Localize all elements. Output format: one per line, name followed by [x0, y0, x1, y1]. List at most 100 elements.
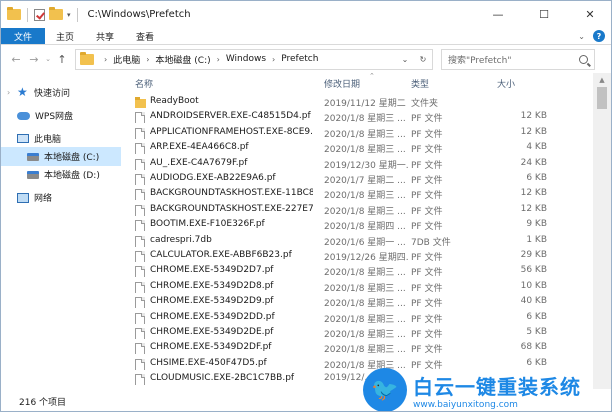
chevron-right-icon[interactable]: ›	[7, 88, 17, 97]
sidebar-item-label: 本地磁盘 (D:)	[44, 171, 100, 181]
address-bar[interactable]: › 此电脑 › 本地磁盘 (C:) › Windows › Prefetch ⌄…	[75, 48, 433, 70]
file-type: 文件夹	[411, 99, 439, 109]
file-size: 5 KB	[526, 327, 547, 337]
file-type: 7DB 文件	[411, 237, 451, 248]
forward-button[interactable]: →	[25, 50, 43, 68]
file-row[interactable]: BACKGROUNDTASKHOST.EXE-11BC8... 2020/1/8 …	[121, 186, 595, 202]
maximize-button[interactable]: ☐	[521, 1, 567, 28]
recent-locations-button[interactable]: ⌄	[43, 50, 53, 68]
breadcrumb-local-disk-c[interactable]: 本地磁盘 (C:)	[155, 53, 210, 66]
back-button[interactable]: ←	[7, 50, 25, 68]
sidebar-item-local-disk-c[interactable]: 本地磁盘 (C:)	[1, 147, 121, 166]
file-row[interactable]: CHROME.EXE-5349D2DF.pf 2020/1/8 星期三 ... PF…	[121, 340, 595, 356]
file-row[interactable]: ARP.EXE-4EA466C8.pf 2020/1/8 星期三 ... PF 文件…	[121, 140, 595, 156]
file-row[interactable]: CHROME.EXE-5349D2DE.pf 2020/1/8 星期三 ... PF…	[121, 325, 595, 341]
file-row[interactable]: BACKGROUNDTASKHOST.EXE-227E7... 2020/1/8 …	[121, 202, 595, 218]
minimize-button[interactable]: —	[475, 1, 521, 28]
file-size: 29 KB	[520, 250, 547, 260]
column-header-size[interactable]: 大小	[497, 77, 515, 90]
scroll-up-icon[interactable]: ▲	[593, 73, 611, 87]
file-date: 2020/1/8 星期三 ...	[324, 345, 406, 356]
drive-icon	[27, 170, 39, 179]
search-input[interactable]: 搜索"Prefetch"	[448, 53, 511, 66]
search-box[interactable]: 搜索"Prefetch"	[441, 48, 595, 70]
item-count: 216 个项目	[19, 397, 67, 408]
chevron-right-icon[interactable]: ›	[104, 55, 107, 64]
file-type: PF 文件	[411, 345, 443, 356]
chevron-right-icon[interactable]: ›	[146, 55, 149, 64]
vertical-scrollbar[interactable]: ▲	[593, 73, 611, 389]
help-icon[interactable]: ?	[593, 30, 605, 42]
tab-share[interactable]: 共享	[85, 28, 125, 44]
star-icon: ★	[17, 85, 28, 99]
up-button[interactable]: ↑	[53, 50, 71, 68]
breadcrumb-prefetch[interactable]: Prefetch	[281, 54, 318, 64]
file-row[interactable]: APPLICATIONFRAMEHOST.EXE-8CE9... 2020/1/8…	[121, 125, 595, 141]
sidebar-item-quick-access[interactable]: › ★ 快速访问	[1, 83, 121, 102]
navigation-row: ← → ⌄ ↑ › 此电脑 › 本地磁盘 (C:) › Windows › Pr…	[1, 45, 611, 73]
sidebar-item-network[interactable]: 网络	[1, 188, 121, 207]
refresh-icon[interactable]: ↻	[414, 55, 432, 64]
file-row[interactable]: CHROME.EXE-5349D2DD.pf 2020/1/8 星期三 ... PF…	[121, 310, 595, 326]
tab-file[interactable]: 文件	[1, 28, 45, 44]
watermark-url: www.baiyunxitong.com	[413, 399, 518, 410]
tab-view[interactable]: 查看	[125, 28, 165, 44]
file-icon	[135, 111, 146, 124]
file-row[interactable]: ReadyBoot 2019/11/12 星期二 文件夹	[121, 94, 595, 110]
file-size: 68 KB	[520, 342, 547, 353]
file-row[interactable]: CALCULATOR.EXE-ABBF6B23.pf 2019/12/26 星期四…	[121, 248, 595, 264]
watermark-logo: 🐦 白云一键重装系统 www.baiyunxitong.com	[363, 367, 611, 411]
sidebar-item-local-disk-d[interactable]: 本地磁盘 (D:)	[1, 165, 121, 184]
file-size: 12 KB	[520, 126, 547, 137]
tab-home[interactable]: 主页	[45, 28, 85, 44]
file-date: 2019/11/12 星期二	[324, 99, 406, 109]
expand-ribbon-icon[interactable]: ⌄	[578, 32, 585, 41]
file-row[interactable]: BOOTIM.EXE-F10E326F.pf 2020/1/8 星期四 ... PF…	[121, 217, 595, 233]
file-name: CHROME.EXE-5349D2D8.pf	[150, 280, 274, 291]
explorer-window: ▾ C:\Windows\Prefetch — ☐ ✕ 文件 主页 共享 查看 …	[0, 0, 612, 412]
file-row[interactable]: AU_.EXE-C4A7679F.pf 2019/12/30 星期一... PF 文…	[121, 156, 595, 172]
file-row[interactable]: AUDIODG.EXE-AB22E9A6.pf 2020/1/7 星期二 ... P…	[121, 171, 595, 187]
file-date: 2019/12/30 星期一...	[324, 160, 408, 171]
file-type: PF 文件	[411, 222, 443, 233]
file-type: PF 文件	[411, 268, 443, 279]
file-date: 2020/1/8 星期三 ...	[324, 114, 406, 125]
file-name: cadrespri.7db	[150, 234, 212, 245]
chevron-down-icon[interactable]: ▾	[67, 11, 71, 19]
file-icon	[135, 281, 146, 293]
file-date: 2020/1/6 星期一 ...	[324, 237, 406, 248]
quick-access-toolbar: ▾	[1, 7, 80, 22]
chevron-down-icon[interactable]: ⌄	[396, 55, 414, 64]
sidebar-item-label: 网络	[34, 194, 53, 204]
file-row[interactable]: CHROME.EXE-5349D2D8.pf 2020/1/8 星期三 ... PF…	[121, 279, 595, 295]
sidebar-item-this-pc[interactable]: 此电脑	[1, 129, 121, 148]
file-name: AUDIODG.EXE-AB22E9A6.pf	[150, 173, 276, 183]
file-date: 2020/1/8 星期三 ...	[324, 191, 406, 202]
file-row[interactable]: ANDROIDSERVER.EXE-C48515D4.pf 2020/1/8 星期…	[121, 109, 595, 125]
column-header-date[interactable]: 修改日期	[324, 77, 360, 90]
search-icon	[579, 54, 588, 64]
sidebar-item-label: 此电脑	[34, 135, 62, 145]
folder-icon	[135, 96, 146, 108]
close-button[interactable]: ✕	[567, 1, 611, 28]
breadcrumb-this-pc[interactable]: 此电脑	[113, 53, 140, 66]
file-date: 2020/1/8 星期三 ...	[324, 283, 406, 294]
file-name: CLOUDMUSIC.EXE-2BC1C7BB.pf	[150, 373, 295, 384]
file-size: 24 KB	[520, 157, 547, 168]
sidebar-item-wps-drive[interactable]: WPS网盘	[1, 106, 121, 125]
chevron-right-icon[interactable]: ›	[272, 55, 275, 64]
properties-icon[interactable]	[34, 8, 45, 21]
chevron-right-icon[interactable]: ›	[217, 55, 220, 64]
file-row[interactable]: CHROME.EXE-5349D2D9.pf 2020/1/8 星期三 ... PF…	[121, 294, 595, 310]
file-date: 2020/1/7 星期二 ...	[324, 176, 406, 186]
file-type: PF 文件	[411, 145, 443, 156]
file-row[interactable]: cadrespri.7db 2020/1/6 星期一 ... 7DB 文件 1 KB	[121, 233, 595, 249]
column-header-name[interactable]: 名称	[135, 77, 153, 90]
file-row[interactable]: CHROME.EXE-5349D2D7.pf 2020/1/8 星期三 ... PF…	[121, 263, 595, 279]
column-header-type[interactable]: 类型	[411, 77, 429, 90]
file-name: AU_.EXE-C4A7679F.pf	[150, 157, 248, 168]
file-date: 2020/1/8 星期三 ...	[324, 299, 406, 310]
breadcrumb-windows[interactable]: Windows	[226, 54, 266, 64]
new-folder-icon[interactable]	[49, 7, 63, 20]
scrollbar-thumb[interactable]	[597, 87, 607, 109]
